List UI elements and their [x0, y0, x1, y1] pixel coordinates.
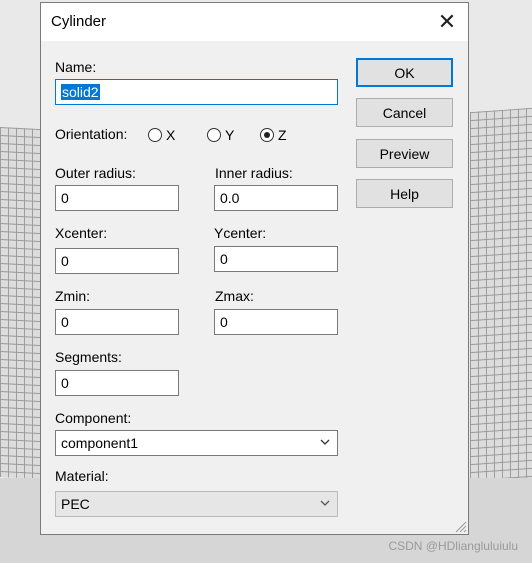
orientation-x-label: X: [166, 127, 176, 143]
orientation-y-label: Y: [225, 127, 235, 143]
inner-radius-input[interactable]: 0.0: [214, 185, 338, 211]
viewport-grid-right: [470, 107, 532, 493]
xcenter-input[interactable]: 0: [55, 248, 179, 274]
xcenter-label: Xcenter:: [55, 225, 108, 241]
ycenter-input[interactable]: 0: [214, 246, 338, 272]
ycenter-label: Ycenter:: [214, 225, 267, 241]
radio-unchecked-icon: [148, 128, 162, 142]
watermark: CSDN @HDliangluluiulu: [388, 539, 518, 553]
component-value: component1: [61, 435, 139, 451]
zmax-label: Zmax:: [215, 288, 254, 304]
cylinder-dialog: Cylinder ✕ Name: solid2 Orientation: X Y…: [40, 2, 469, 535]
preview-button[interactable]: Preview: [356, 139, 453, 168]
inner-radius-label: Inner radius:: [215, 165, 293, 181]
resize-grip-icon[interactable]: [453, 519, 467, 533]
dialog-title: Cylinder: [51, 13, 107, 30]
orientation-z-label: Z: [278, 127, 287, 143]
close-button[interactable]: ✕: [432, 7, 462, 37]
orientation-z-radio[interactable]: Z: [260, 127, 287, 143]
name-label: Name:: [55, 59, 97, 75]
component-label: Component:: [55, 410, 132, 426]
segments-input[interactable]: 0: [55, 370, 179, 396]
material-select[interactable]: PEC: [55, 491, 338, 517]
orientation-x-radio[interactable]: X: [148, 127, 175, 143]
chevron-down-icon: [320, 500, 330, 506]
orientation-y-radio[interactable]: Y: [207, 127, 234, 143]
title-bar[interactable]: Cylinder ✕: [41, 3, 468, 41]
radio-checked-icon: [260, 128, 274, 142]
name-input[interactable]: solid2: [55, 79, 338, 105]
zmax-input[interactable]: 0: [214, 309, 338, 335]
component-select[interactable]: component1: [55, 430, 338, 456]
outer-radius-label: Outer radius:: [55, 165, 136, 181]
zmin-input[interactable]: 0: [55, 309, 179, 335]
viewport-grid-left: [0, 126, 40, 480]
material-value: PEC: [61, 496, 90, 512]
outer-radius-input[interactable]: 0: [55, 185, 179, 211]
cancel-button[interactable]: Cancel: [356, 98, 453, 127]
material-label: Material:: [55, 468, 109, 484]
chevron-down-icon: [320, 439, 330, 445]
segments-label: Segments:: [55, 349, 122, 365]
name-value: solid2: [61, 84, 100, 100]
radio-unchecked-icon: [207, 128, 221, 142]
close-icon: ✕: [437, 9, 457, 34]
help-button[interactable]: Help: [356, 179, 453, 208]
zmin-label: Zmin:: [55, 288, 90, 304]
ok-button[interactable]: OK: [356, 58, 453, 87]
orientation-label: Orientation:: [55, 126, 128, 142]
